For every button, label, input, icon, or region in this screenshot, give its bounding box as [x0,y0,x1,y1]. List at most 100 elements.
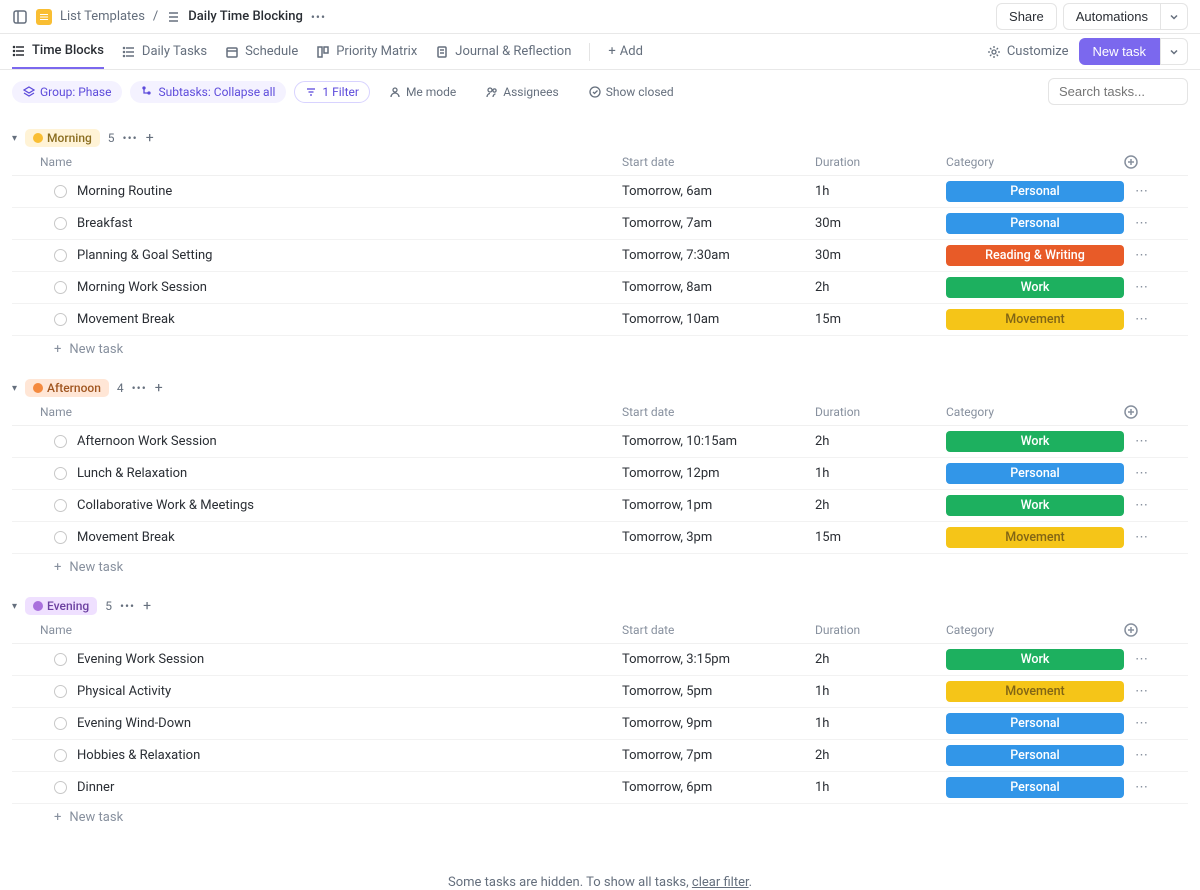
cell-start[interactable]: Tomorrow, 10am [622,312,815,327]
add-column-icon[interactable] [1124,623,1154,637]
cell-duration[interactable]: 30m [815,216,946,231]
task-name[interactable]: Hobbies & Relaxation [77,748,200,763]
clear-filter-link[interactable]: clear filter [692,875,749,890]
cell-duration[interactable]: 1h [815,684,946,699]
cell-duration[interactable]: 1h [815,184,946,199]
assignees-chip[interactable]: Assignees [475,81,569,103]
task-row[interactable]: Morning RoutineTomorrow, 6am1hPersonal⋯ [12,176,1188,208]
col-category[interactable]: Category [946,155,1124,169]
show-closed-chip[interactable]: Show closed [578,81,685,103]
cell-duration[interactable]: 1h [815,716,946,731]
task-row[interactable]: Hobbies & RelaxationTomorrow, 7pm2hPerso… [12,740,1188,772]
task-name[interactable]: Afternoon Work Session [77,434,217,449]
row-more-icon[interactable]: ⋯ [1124,684,1154,699]
status-circle-icon[interactable] [54,313,67,326]
phase-pill[interactable]: Afternoon [25,379,109,397]
customize-button[interactable]: Customize [987,44,1069,59]
cell-duration[interactable]: 15m [815,530,946,545]
row-more-icon[interactable]: ⋯ [1124,434,1154,449]
cell-category[interactable]: Work [946,277,1124,298]
task-row[interactable]: DinnerTomorrow, 6pm1hPersonal⋯ [12,772,1188,804]
col-start[interactable]: Start date [622,155,815,169]
row-more-icon[interactable]: ⋯ [1124,216,1154,231]
cell-duration[interactable]: 2h [815,748,946,763]
group-add-icon[interactable]: + [155,380,163,396]
add-column-icon[interactable] [1124,155,1154,169]
cell-category[interactable]: Personal [946,745,1124,766]
tab-daily-tasks[interactable]: Daily Tasks [122,34,207,69]
status-circle-icon[interactable] [54,531,67,544]
cell-start[interactable]: Tomorrow, 1pm [622,498,815,513]
status-circle-icon[interactable] [54,685,67,698]
row-more-icon[interactable]: ⋯ [1124,780,1154,795]
cell-start[interactable]: Tomorrow, 6am [622,184,815,199]
cell-duration[interactable]: 2h [815,652,946,667]
cell-category[interactable]: Work [946,495,1124,516]
row-more-icon[interactable]: ⋯ [1124,248,1154,263]
new-task-caret[interactable] [1160,38,1188,65]
task-name[interactable]: Morning Work Session [77,280,207,295]
collapse-icon[interactable]: ▾ [12,133,17,144]
status-circle-icon[interactable] [54,467,67,480]
task-name[interactable]: Collaborative Work & Meetings [77,498,254,513]
task-name[interactable]: Evening Wind-Down [77,716,191,731]
collapse-icon[interactable]: ▾ [12,383,17,394]
cell-start[interactable]: Tomorrow, 3pm [622,530,815,545]
tab-schedule[interactable]: Schedule [225,34,298,69]
col-category[interactable]: Category [946,623,1124,637]
group-more-icon[interactable]: ••• [120,599,135,613]
task-row[interactable]: Breakfast Tomorrow, 7am30mPersonal⋯ [12,208,1188,240]
cell-category[interactable]: Personal [946,213,1124,234]
cell-category[interactable]: Work [946,431,1124,452]
col-category[interactable]: Category [946,405,1124,419]
task-row[interactable]: Evening Wind-Down Tomorrow, 9pm1hPersonal… [12,708,1188,740]
group-add-icon[interactable]: + [146,130,154,146]
cell-category[interactable]: Personal [946,463,1124,484]
phase-pill[interactable]: Evening [25,597,97,615]
new-task-button[interactable]: New task [1079,38,1160,65]
status-circle-icon[interactable] [54,185,67,198]
row-more-icon[interactable]: ⋯ [1124,280,1154,295]
row-more-icon[interactable]: ⋯ [1124,716,1154,731]
cell-start[interactable]: Tomorrow, 5pm [622,684,815,699]
group-more-icon[interactable]: ••• [123,131,138,145]
status-circle-icon[interactable] [54,249,67,262]
status-circle-icon[interactable] [54,217,67,230]
status-circle-icon[interactable] [54,281,67,294]
col-duration[interactable]: Duration [815,405,946,419]
col-name[interactable]: Name [40,405,622,419]
cell-duration[interactable]: 15m [815,312,946,327]
row-more-icon[interactable]: ⋯ [1124,184,1154,199]
status-circle-icon[interactable] [54,717,67,730]
task-row[interactable]: Afternoon Work SessionTomorrow, 10:15am2… [12,426,1188,458]
phase-pill[interactable]: Morning [25,129,100,147]
cell-category[interactable]: Movement [946,527,1124,548]
task-name[interactable]: Breakfast [77,216,133,231]
sidebar-toggle-icon[interactable] [12,9,28,25]
cell-start[interactable]: Tomorrow, 9pm [622,716,815,731]
col-duration[interactable]: Duration [815,155,946,169]
cell-category[interactable]: Personal [946,181,1124,202]
cell-category[interactable]: Personal [946,713,1124,734]
cell-start[interactable]: Tomorrow, 7:30am [622,248,815,263]
cell-category[interactable]: Reading & Writing [946,245,1124,266]
collapse-icon[interactable]: ▾ [12,601,17,612]
subtasks-chip[interactable]: Subtasks: Collapse all [130,81,286,103]
task-row[interactable]: Lunch & RelaxationTomorrow, 12pm1hPerson… [12,458,1188,490]
row-more-icon[interactable]: ⋯ [1124,652,1154,667]
cell-category[interactable]: Work [946,649,1124,670]
title-more-icon[interactable]: ••• [311,10,326,24]
task-row[interactable]: Physical ActivityTomorrow, 5pm1hMovement… [12,676,1188,708]
cell-category[interactable]: Movement [946,681,1124,702]
search-input[interactable] [1048,78,1188,105]
add-view-button[interactable]: + Add [608,44,643,59]
cell-duration[interactable]: 2h [815,434,946,449]
cell-start[interactable]: Tomorrow, 7am [622,216,815,231]
me-mode-chip[interactable]: Me mode [378,81,467,103]
status-circle-icon[interactable] [54,653,67,666]
group-more-icon[interactable]: ••• [132,381,147,395]
automations-button[interactable]: Automations [1063,3,1161,30]
col-start[interactable]: Start date [622,405,815,419]
automations-caret[interactable] [1161,3,1188,30]
new-task-row[interactable]: +New task [12,336,1188,363]
